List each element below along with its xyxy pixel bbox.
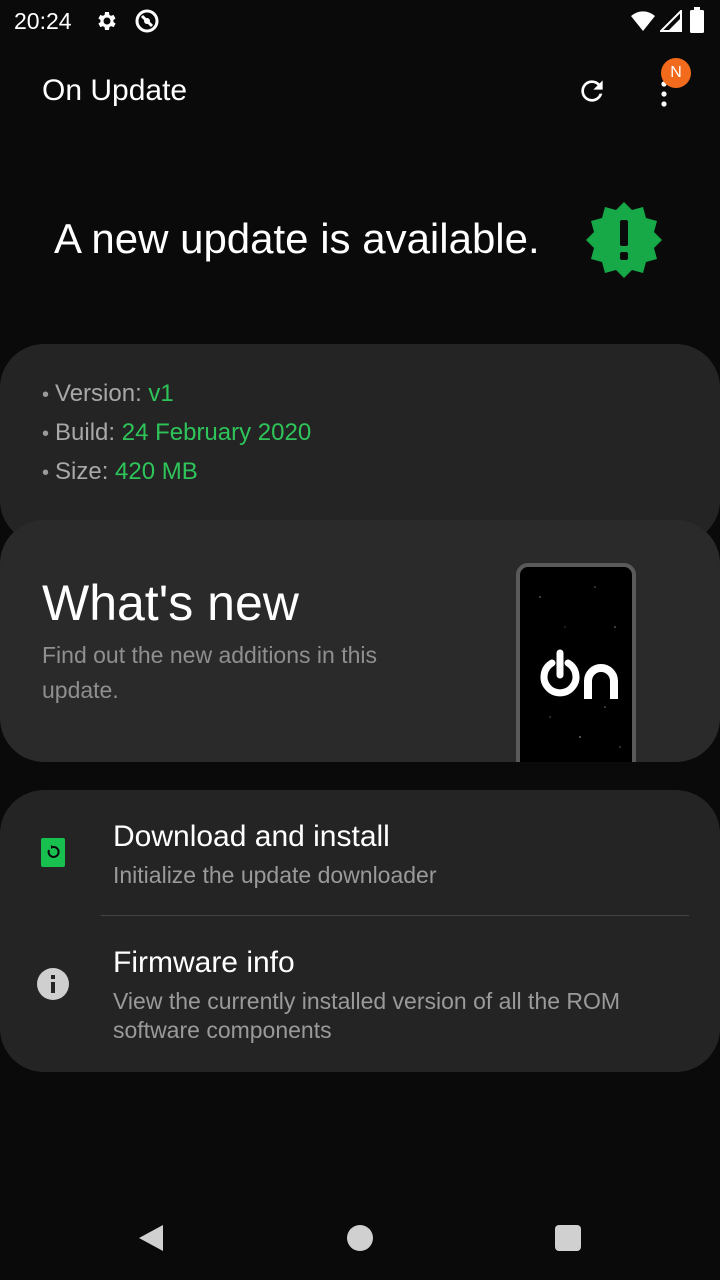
download-install-title: Download and install bbox=[113, 820, 390, 853]
update-info-card: • Version: v1 • Build: 24 February 2020 • S… bbox=[0, 344, 720, 544]
battery-icon bbox=[690, 7, 704, 33]
info-label: Version: bbox=[55, 380, 149, 407]
download-install-icon bbox=[41, 838, 65, 867]
wifi-icon bbox=[631, 11, 655, 31]
info-version: • Version: v1 bbox=[42, 380, 174, 408]
info-value: 420 MB bbox=[115, 458, 198, 485]
app-title: On Update bbox=[42, 74, 188, 107]
on-logo-icon bbox=[540, 649, 618, 699]
alert-badge-icon bbox=[586, 202, 662, 278]
status-time: 20:24 bbox=[14, 8, 72, 34]
whats-new-description: Find out the new additions in this updat… bbox=[42, 642, 377, 703]
firmware-info-subtitle: View the currently installed version of … bbox=[113, 988, 621, 1043]
whats-new-card[interactable]: What's new Find out the new additions in… bbox=[0, 520, 720, 762]
info-bullet: • bbox=[42, 384, 50, 406]
refresh-icon bbox=[581, 80, 603, 102]
screen: 20:24 On Update N A new update is availa… bbox=[0, 0, 720, 1280]
actions-card: Download and install Initialize the upda… bbox=[0, 790, 720, 1072]
dnd-icon bbox=[135, 9, 159, 33]
download-install-subtitle: Initialize the update downloader bbox=[113, 862, 437, 888]
update-available-message: A new update is available. bbox=[54, 215, 540, 262]
info-bullet: • bbox=[42, 423, 50, 445]
firmware-info-title: Firmware info bbox=[113, 946, 295, 979]
firmware-info-row[interactable]: Firmware info View the currently install… bbox=[0, 916, 720, 1072]
info-label: Build: bbox=[55, 419, 122, 446]
info-bullet: • bbox=[42, 462, 50, 484]
gear-icon bbox=[98, 12, 116, 30]
back-icon[interactable] bbox=[136, 1223, 166, 1253]
phone-illustration: On bbox=[516, 563, 636, 762]
info-icon bbox=[37, 968, 69, 1000]
recents-icon[interactable] bbox=[555, 1225, 581, 1251]
notification-badge: N bbox=[661, 58, 691, 88]
home-icon[interactable] bbox=[347, 1225, 373, 1251]
info-label: Size: bbox=[55, 458, 116, 485]
info-size: • Size: 420 MB bbox=[42, 458, 198, 486]
refresh-button[interactable] bbox=[572, 71, 612, 111]
download-install-row[interactable]: Download and install Initialize the upda… bbox=[0, 790, 720, 915]
whats-new-title: What's new bbox=[42, 575, 299, 631]
signal-icon bbox=[660, 10, 682, 32]
info-build: • Build: 24 February 2020 bbox=[42, 419, 311, 447]
status-bar: 20:24 bbox=[0, 0, 720, 44]
info-value: 24 February 2020 bbox=[121, 419, 312, 446]
info-value: v1 bbox=[148, 380, 174, 407]
